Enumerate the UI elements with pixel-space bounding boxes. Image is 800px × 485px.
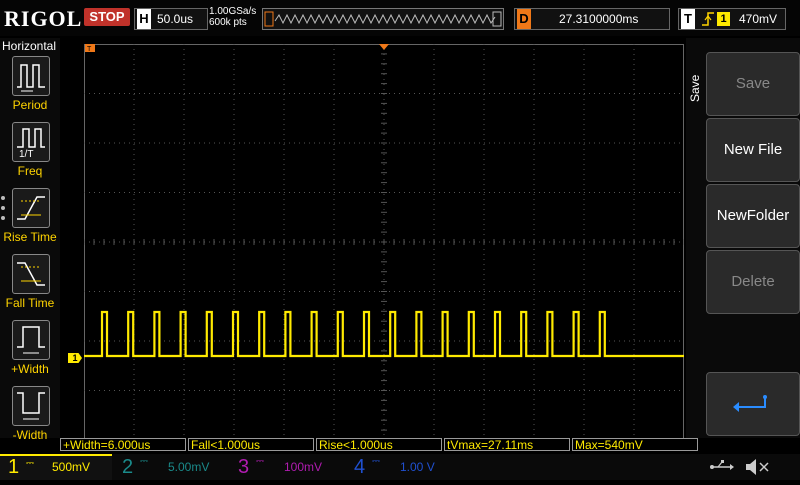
brand-logo: RIGOL (4, 6, 83, 31)
svg-text:1/T: 1/T (19, 149, 33, 160)
channel-1-status[interactable]: 1 ⎓ 500mV (0, 454, 112, 480)
menu-item-negative-width[interactable]: -Width (0, 386, 60, 450)
menu-item-freq[interactable]: 1/T Freq (0, 122, 60, 186)
frequency-icon: 1/T (12, 122, 50, 162)
channel-3-status[interactable]: 3 ⎓ 100mV (230, 454, 342, 480)
dc-coupling-icon: ⎓ (372, 456, 380, 467)
delete-button[interactable]: Delete (706, 250, 800, 314)
measurement-item: +Width=6.000us (60, 438, 186, 452)
fall-time-icon (12, 254, 50, 294)
delay-value: 27.3100000ms (559, 12, 639, 26)
channel-number: 1 (8, 456, 20, 478)
save-menu-title: Save (688, 74, 702, 102)
new-folder-button[interactable]: NewFolder (706, 184, 800, 248)
timebase-indicator[interactable]: H 50.0us (134, 8, 208, 30)
rise-time-icon (12, 188, 50, 228)
trigger-indicator[interactable]: T 1 470mV (678, 8, 786, 30)
trigger-level: 470mV (739, 12, 778, 26)
speaker-mute-icon[interactable] (740, 454, 790, 480)
channel-number: 3 (238, 456, 250, 478)
measurement-results: +Width=6.000us Fall<1.000us Rise<1.000us… (60, 438, 700, 452)
channel-number: 2 (122, 456, 134, 478)
timebase-value: 50.0us (157, 12, 194, 26)
channel-scale: 500mV (52, 460, 91, 474)
dc-coupling-icon: ⎓ (26, 458, 34, 469)
menu-item-fall-time[interactable]: Fall Time (0, 254, 60, 318)
menu-item-rise-time[interactable]: Rise Time (0, 188, 60, 252)
negative-width-icon (12, 386, 50, 426)
channel-bar: 1 ⎓ 500mV 2 ⎓ 5.00mV 3 ⎓ 100mV 4 ⎓ 1.00 … (0, 454, 800, 480)
delay-indicator[interactable]: D 27.3100000ms (514, 8, 670, 30)
return-button[interactable] (706, 372, 800, 436)
timebase-letter: H (137, 9, 151, 29)
channel-scale: 100mV (284, 460, 323, 474)
measure-menu-title: Horizontal (2, 39, 57, 53)
period-icon (12, 56, 50, 96)
rising-edge-icon (701, 11, 715, 30)
menu-item-label: Period (12, 98, 48, 112)
menu-item-label: -Width (12, 428, 48, 442)
menu-item-period[interactable]: Period (0, 56, 60, 120)
channel-scale: 5.00mV (168, 460, 210, 474)
svg-text:T: T (87, 46, 92, 53)
measurement-item: Max=540mV (572, 438, 698, 452)
menu-item-label: +Width (11, 362, 49, 376)
dc-coupling-icon: ⎓ (140, 456, 148, 467)
memory-overview-bar[interactable] (262, 8, 504, 30)
channel-scale: 1.00 V (400, 460, 435, 474)
graticule (84, 44, 684, 440)
measurement-item: Fall<1.000us (188, 438, 314, 452)
horizontal-position-marker: T (85, 44, 95, 53)
sample-rate-info: 1.00GSa/s 600k pts (209, 6, 256, 28)
return-arrow-icon (733, 395, 767, 412)
channel-1-ground-marker[interactable]: 1 (68, 353, 82, 363)
delay-letter: D (517, 9, 531, 29)
positive-width-icon (12, 320, 50, 360)
measure-menu: Horizontal Period 1/T Freq Rise Time Fal… (0, 38, 60, 442)
dc-coupling-icon: ⎓ (256, 456, 264, 467)
channel-2-status[interactable]: 2 ⎓ 5.00mV (114, 454, 226, 480)
menu-item-label: Rise Time (3, 230, 57, 244)
new-file-button[interactable]: New File (706, 118, 800, 182)
usb-icon (706, 454, 736, 480)
memory-depth: 600k pts (209, 17, 247, 28)
save-button[interactable]: Save (706, 52, 800, 116)
trigger-letter: T (681, 9, 695, 29)
channel-number: 4 (354, 456, 366, 478)
waveform-display[interactable]: T (84, 44, 684, 440)
measurement-item: Rise<1.000us (316, 438, 442, 452)
run-stop-status[interactable]: STOP (84, 8, 130, 26)
channel-4-status[interactable]: 4 ⎓ 1.00 V (346, 454, 458, 480)
trigger-position-marker (379, 44, 389, 50)
status-bar: RIGOL STOP H 50.0us 1.00GSa/s 600k pts D… (0, 0, 800, 36)
trigger-source: 1 (717, 12, 730, 26)
measurement-item: tVmax=27.11ms (444, 438, 570, 452)
menu-item-positive-width[interactable]: +Width (0, 320, 60, 384)
sample-rate: 1.00GSa/s (209, 6, 257, 17)
menu-item-label: Freq (17, 164, 43, 178)
save-menu: Save Save New File NewFolder Delete (686, 38, 800, 438)
menu-item-label: Fall Time (5, 296, 55, 310)
memory-waveform-preview (264, 11, 502, 27)
